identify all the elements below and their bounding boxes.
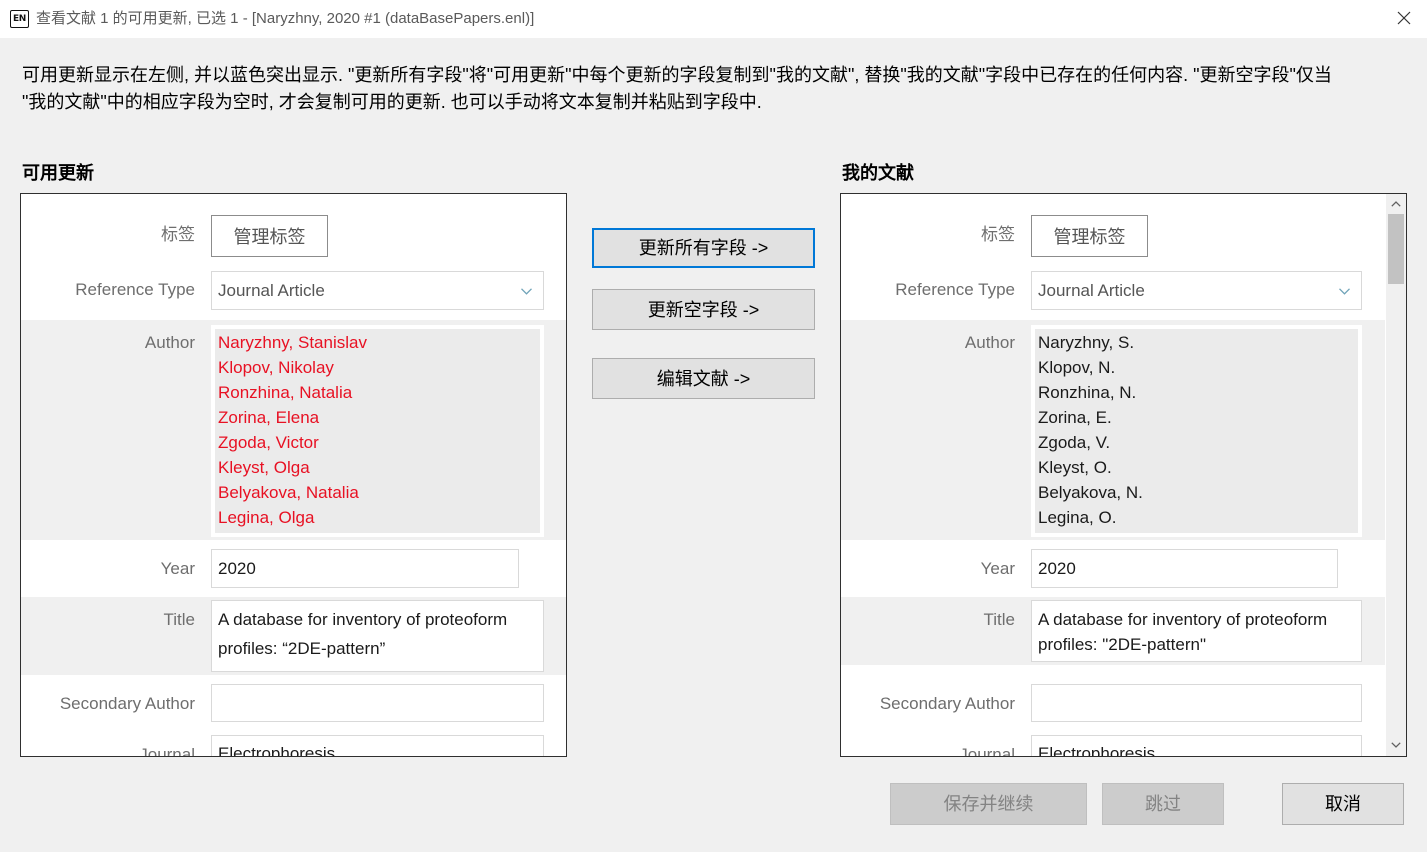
reference-type-label: Reference Type (895, 280, 1015, 299)
author-entry: Kleyst, O. (1038, 458, 1112, 477)
my-reference-heading: 我的文献 (842, 163, 914, 183)
available-updates-heading: 可用更新 (22, 163, 94, 183)
author-entry: Klopov, Nikolay (218, 358, 334, 377)
author-list: Naryzhny, S. Klopov, N. Ronzhina, N. Zor… (1035, 329, 1358, 533)
chevron-down-icon (521, 288, 532, 295)
author-entry: Legina, O. (1038, 508, 1117, 527)
my-reference-panel: 标签 管理标签 Reference Type Journal Article A… (840, 193, 1407, 757)
journal-label: Journal (139, 745, 195, 757)
secondary-author-label: Secondary Author (59, 694, 195, 713)
secondary-author-label: Secondary Author (879, 694, 1015, 713)
title-field[interactable]: A database for inventory of proteoform p… (211, 600, 544, 672)
skip-button[interactable]: 跳过 (1102, 783, 1224, 825)
author-label: Author (964, 333, 1015, 352)
chevron-down-icon (1339, 288, 1350, 295)
instructions-line-2: "我的文献"中的相应字段为空时, 才会复制可用的更新. 也可以手动将文本复制并粘… (22, 92, 762, 112)
window-title: 查看文献 1 的可用更新, 已选 1 - [Naryzhny, 2020 #1 … (36, 10, 535, 27)
scrollbar-thumb[interactable] (1388, 214, 1404, 284)
title-label: Title (983, 610, 1016, 629)
secondary-author-field[interactable] (211, 684, 544, 722)
year-field[interactable]: 2020 (211, 549, 519, 588)
reference-type-label: Reference Type (75, 280, 195, 299)
author-entry: Kleyst, Olga (218, 458, 310, 477)
cancel-button[interactable]: 取消 (1282, 783, 1404, 825)
reference-type-value: Journal Article (1038, 281, 1145, 300)
manage-tags-button[interactable]: 管理标签 (211, 215, 328, 257)
instructions-text: 可用更新显示在左侧, 并以蓝色突出显示. "更新所有字段"将"可用更新"中每个更… (22, 62, 1417, 116)
scroll-up-button[interactable] (1386, 195, 1406, 213)
author-entry: Zgoda, Victor (218, 433, 319, 452)
journal-field[interactable]: Electrophoresis (1031, 735, 1362, 756)
year-label: Year (160, 559, 195, 578)
author-entry: Legina, Olga (218, 508, 315, 527)
chevron-down-icon (1391, 742, 1401, 748)
secondary-author-field[interactable] (1031, 684, 1362, 722)
update-all-fields-button[interactable]: 更新所有字段 -> (592, 228, 815, 268)
scroll-down-button[interactable] (1386, 736, 1406, 754)
author-entry: Naryzhny, S. (1038, 333, 1135, 352)
close-icon (1397, 11, 1411, 25)
journal-label: Journal (959, 745, 1015, 757)
author-entry: Zorina, E. (1038, 408, 1112, 427)
author-entry: Zorina, Elena (218, 408, 320, 427)
author-entry: Belyakova, N. (1038, 483, 1143, 502)
author-list: Naryzhny, Stanislav Klopov, Nikolay Ronz… (215, 329, 540, 533)
edit-reference-button[interactable]: 编辑文献 -> (592, 358, 815, 399)
author-entry: Klopov, N. (1038, 358, 1116, 377)
chevron-up-icon (1391, 201, 1401, 207)
instructions-line-1: 可用更新显示在左侧, 并以蓝色突出显示. "更新所有字段"将"可用更新"中每个更… (22, 65, 1332, 85)
reference-type-dropdown[interactable]: Journal Article (211, 271, 544, 310)
author-label: Author (144, 333, 195, 352)
author-entry: Ronzhina, Natalia (218, 383, 353, 402)
update-empty-fields-button[interactable]: 更新空字段 -> (592, 289, 815, 330)
journal-field[interactable]: Electrophoresis (211, 735, 544, 756)
author-entry: Naryzhny, Stanislav (218, 333, 367, 352)
tags-label: 标签 (981, 225, 1015, 244)
author-field[interactable]: Naryzhny, S. Klopov, N. Ronzhina, N. Zor… (1031, 325, 1362, 537)
app-icon: EN (10, 10, 29, 28)
reference-type-value: Journal Article (218, 281, 325, 300)
author-entry: Belyakova, Natalia (218, 483, 359, 502)
reference-type-dropdown[interactable]: Journal Article (1031, 271, 1362, 310)
author-entry: Ronzhina, N. (1038, 383, 1137, 402)
close-button[interactable] (1390, 4, 1418, 32)
title-field[interactable]: A database for inventory of proteoform p… (1031, 600, 1362, 662)
year-field[interactable]: 2020 (1031, 549, 1338, 588)
save-and-continue-button[interactable]: 保存并继续 (890, 783, 1087, 825)
title-bar: EN 查看文献 1 的可用更新, 已选 1 - [Naryzhny, 2020 … (0, 0, 1427, 38)
manage-tags-button[interactable]: 管理标签 (1031, 215, 1148, 257)
vertical-scrollbar[interactable] (1386, 194, 1406, 756)
available-updates-panel: 标签 管理标签 Reference Type Journal Article A… (20, 193, 567, 757)
author-entry: Zgoda, V. (1038, 433, 1111, 452)
author-field[interactable]: Naryzhny, Stanislav Klopov, Nikolay Ronz… (211, 325, 544, 537)
title-label: Title (163, 610, 196, 629)
year-label: Year (980, 559, 1015, 578)
tags-label: 标签 (161, 225, 195, 244)
